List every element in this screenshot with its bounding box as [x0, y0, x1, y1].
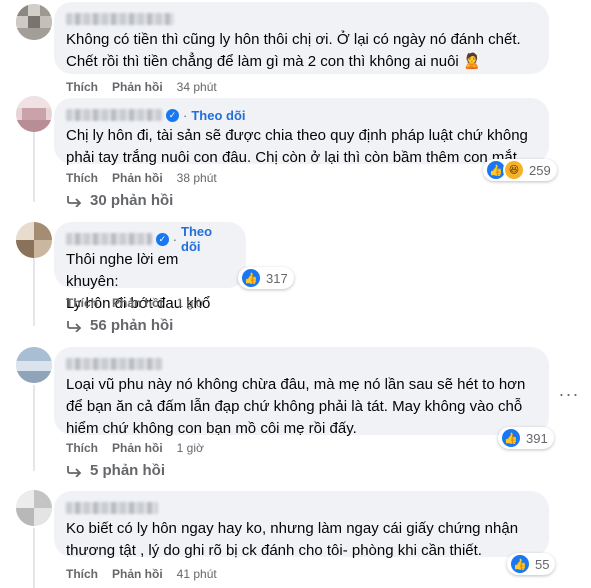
comment-actions: Thích Phản hồi 1 giờ — [66, 295, 204, 311]
follow-button[interactable]: Theo dõi — [191, 108, 245, 123]
avatar[interactable] — [16, 347, 52, 383]
comment-author[interactable]: ✓ · Theo dõi — [66, 105, 537, 125]
comment-bubble: Loại vũ phu này nó không chừa đâu, mà mẹ… — [54, 347, 549, 437]
view-replies-button[interactable]: 56 phản hồi — [66, 317, 173, 334]
reaction-count: 259 — [529, 162, 551, 178]
avatar[interactable] — [16, 490, 52, 526]
follow-button[interactable]: Theo dõi — [181, 224, 234, 254]
replies-count: 5 phản hồi — [90, 462, 165, 479]
like-reaction-icon: 👍 — [240, 267, 262, 289]
blurred-author-name — [66, 358, 162, 370]
verified-badge-icon: ✓ — [166, 108, 179, 122]
like-reaction-icon: 👍 — [509, 553, 531, 575]
comment-author[interactable] — [66, 354, 537, 374]
comment-actions: Thích Phản hồi 1 giờ — [66, 440, 204, 456]
reply-arrow-icon — [67, 320, 82, 332]
verified-badge-icon: ✓ — [156, 232, 169, 246]
like-reaction-icon: 👍 — [500, 427, 522, 449]
comment-text: Không có tiền thì cũng ly hôn thôi chị ơ… — [66, 31, 521, 70]
reply-arrow-icon — [67, 195, 82, 207]
comment-timestamp[interactable]: 1 giờ — [177, 441, 204, 455]
haha-reaction-icon: 😆 — [503, 159, 525, 181]
more-options-icon[interactable]: ··· — [555, 380, 583, 408]
comment-author[interactable] — [66, 9, 537, 29]
comment-actions: Thích Phản hồi 38 phút — [66, 170, 217, 186]
thread-line — [33, 256, 35, 326]
reply-button[interactable]: Phản hồi — [112, 441, 163, 455]
comment-bubble: Ko biết có ly hôn ngay hay ko, nhưng làm… — [54, 491, 549, 559]
like-button[interactable]: Thích — [66, 296, 98, 310]
replies-count: 56 phản hồi — [90, 317, 174, 334]
comment-text: Loại vũ phu này nó không chừa đâu, mà mẹ… — [66, 376, 526, 437]
comment-timestamp[interactable]: 38 phút — [177, 171, 217, 185]
reply-arrow-icon — [67, 465, 82, 477]
view-replies-button[interactable]: 5 phản hồi — [66, 462, 165, 479]
blurred-author-name — [66, 109, 162, 121]
reaction-summary[interactable]: 👍 317 — [238, 267, 294, 289]
like-button[interactable]: Thích — [66, 567, 98, 581]
comment-timestamp[interactable]: 41 phút — [177, 567, 217, 581]
reply-button[interactable]: Phản hồi — [112, 80, 163, 94]
comment-text: Chị ly hôn đi, tài sản sẽ được chia theo… — [66, 127, 528, 166]
comment-author[interactable] — [66, 498, 537, 518]
comment-actions: Thích Phản hồi 34 phút — [66, 79, 217, 95]
replies-count: 30 phản hồi — [90, 192, 174, 209]
reaction-summary[interactable]: 👍 391 — [498, 427, 554, 449]
reaction-count: 391 — [526, 430, 548, 446]
reaction-summary[interactable]: 👍 😆 259 — [483, 159, 557, 181]
blurred-author-name — [66, 502, 158, 514]
like-button[interactable]: Thích — [66, 80, 98, 94]
reply-button[interactable]: Phản hồi — [112, 171, 163, 185]
comment-actions: Thích Phản hồi 41 phút — [66, 566, 217, 582]
avatar[interactable] — [16, 4, 52, 40]
comment-bubble: ✓ · Theo dõi Chị ly hôn đi, tài sản sẽ đ… — [54, 98, 549, 166]
view-replies-button[interactable]: 30 phản hồi — [66, 192, 173, 209]
reaction-summary[interactable]: 👍 55 — [507, 553, 556, 575]
like-button[interactable]: Thích — [66, 171, 98, 185]
comment-timestamp[interactable]: 34 phút — [177, 80, 217, 94]
thread-line — [33, 132, 35, 202]
like-button[interactable]: Thích — [66, 441, 98, 455]
avatar[interactable] — [16, 96, 52, 132]
reaction-count: 317 — [266, 270, 288, 286]
comment-timestamp[interactable]: 1 giờ — [177, 296, 204, 310]
blurred-author-name — [66, 13, 174, 25]
thread-line — [33, 385, 35, 471]
thread-line — [33, 528, 35, 588]
comment-text: Ko biết có ly hôn ngay hay ko, nhưng làm… — [66, 520, 519, 559]
comment-author[interactable]: ✓ · Theo dõi — [66, 224, 234, 254]
comment-bubble: ✓ · Theo dõi Thôi nghe lời em khuyên: Ly… — [54, 222, 246, 312]
reply-button[interactable]: Phản hồi — [112, 567, 163, 581]
comment-bubble: Không có tiền thì cũng ly hôn thôi chị ơ… — [54, 2, 549, 74]
avatar[interactable] — [16, 222, 52, 258]
blurred-author-name — [66, 233, 152, 245]
reply-button[interactable]: Phản hồi — [112, 296, 163, 310]
reaction-count: 55 — [535, 556, 550, 572]
